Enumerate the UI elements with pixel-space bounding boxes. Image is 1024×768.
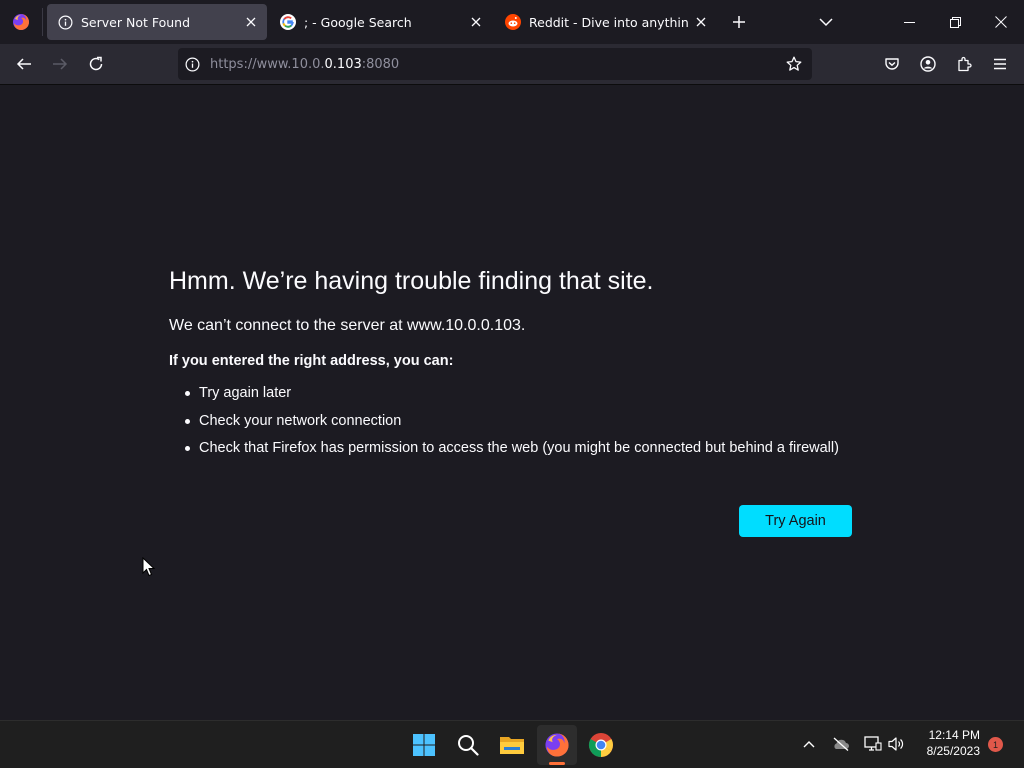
- google-icon: [280, 14, 296, 30]
- mouse-cursor-icon: [142, 557, 156, 577]
- star-icon: [786, 56, 802, 71]
- list-all-tabs-button[interactable]: [814, 10, 838, 34]
- puzzle-icon: [958, 56, 972, 72]
- file-explorer-button[interactable]: [492, 725, 532, 765]
- close-tab-icon[interactable]: [689, 10, 713, 34]
- file-explorer-icon: [500, 737, 524, 754]
- pocket-icon: [885, 58, 899, 70]
- tab-reddit[interactable]: Reddit - Dive into anything: [495, 4, 717, 40]
- onedrive-button[interactable]: [830, 733, 852, 755]
- chevron-up-icon: [803, 741, 815, 748]
- system-clock[interactable]: 12:14 PM 8/25/2023: [910, 727, 980, 759]
- speaker-icon: [888, 737, 904, 751]
- list-item: Check your network connection: [169, 411, 869, 431]
- network-icon: [864, 736, 882, 751]
- chevron-down-icon: [819, 18, 833, 27]
- error-subtitle: We can’t connect to the server at www.10…: [169, 317, 526, 334]
- address-bar[interactable]: https://www.10.0.0.103:8080: [178, 48, 812, 80]
- network-button[interactable]: [862, 733, 884, 755]
- tab-google-search[interactable]: ; - Google Search: [270, 4, 492, 40]
- cloud-offline-icon: [833, 737, 849, 751]
- navigation-toolbar: https://www.10.0.0.103:8080: [0, 44, 1024, 84]
- chrome-icon: [588, 733, 613, 757]
- bookmark-star-button[interactable]: [780, 50, 808, 78]
- error-page: Hmm. We’re having trouble finding that s…: [0, 85, 1024, 720]
- tab-separator: [42, 8, 43, 36]
- start-icon: [413, 734, 435, 756]
- close-icon: [995, 16, 1007, 28]
- tab-title: Reddit - Dive into anything: [529, 14, 689, 30]
- url-host: 0.103: [324, 56, 362, 72]
- tab-server-not-found[interactable]: Server Not Found: [47, 4, 267, 40]
- minimize-icon: [903, 21, 915, 23]
- account-button[interactable]: [914, 50, 942, 78]
- clock-time: 12:14 PM: [928, 728, 980, 742]
- firefox-view-button[interactable]: [0, 0, 42, 44]
- reload-button[interactable]: [82, 50, 110, 78]
- start-button[interactable]: [404, 725, 444, 765]
- back-button[interactable]: [10, 50, 38, 78]
- menu-button[interactable]: [986, 50, 1014, 78]
- pocket-button[interactable]: [878, 50, 906, 78]
- try-again-button[interactable]: Try Again: [739, 505, 852, 537]
- notification-badge[interactable]: 1: [988, 737, 1003, 752]
- close-window-button[interactable]: [978, 0, 1024, 44]
- close-tab-icon[interactable]: [464, 10, 488, 34]
- site-info-icon[interactable]: [178, 50, 206, 78]
- error-title: Hmm. We’re having trouble finding that s…: [169, 267, 654, 295]
- new-tab-button[interactable]: [727, 10, 751, 34]
- close-tab-icon[interactable]: [239, 10, 263, 34]
- error-lead: If you entered the right address, you ca…: [169, 353, 454, 369]
- forward-arrow-icon: [53, 58, 68, 70]
- reddit-icon: [505, 14, 521, 30]
- show-hidden-icons-button[interactable]: [798, 733, 820, 755]
- restore-button[interactable]: [932, 0, 978, 44]
- forward-button[interactable]: [46, 50, 74, 78]
- firefox-icon: [545, 733, 569, 757]
- account-icon: [920, 56, 936, 72]
- error-container: Hmm. We’re having trouble finding that s…: [169, 265, 869, 466]
- extensions-button[interactable]: [950, 50, 978, 78]
- taskbar: 12:14 PM 8/25/2023 1: [0, 720, 1024, 768]
- plus-icon: [733, 16, 745, 28]
- minimize-button[interactable]: [886, 0, 932, 44]
- info-icon: [57, 14, 73, 30]
- active-app-indicator: [549, 762, 565, 765]
- chrome-taskbar-button[interactable]: [581, 725, 621, 765]
- list-item: Try again later: [169, 383, 869, 403]
- hamburger-icon: [994, 58, 1006, 70]
- tab-strip: Server Not Found ; - Google Search Reddi…: [0, 0, 1024, 44]
- taskbar-search-button[interactable]: [448, 725, 488, 765]
- suggestion-list: Try again later Check your network conne…: [169, 383, 869, 458]
- back-arrow-icon: [16, 58, 31, 70]
- firefox-icon: [13, 14, 29, 30]
- url-text[interactable]: https://www.10.0.0.103:8080: [210, 57, 399, 72]
- reload-icon: [89, 56, 103, 71]
- url-prefix: https://www.10.0.: [210, 56, 325, 72]
- volume-button[interactable]: [885, 733, 907, 755]
- firefox-taskbar-button[interactable]: [537, 725, 577, 765]
- tab-title: Server Not Found: [81, 14, 191, 30]
- clock-date: 8/25/2023: [926, 744, 980, 758]
- url-suffix: :8080: [361, 56, 400, 72]
- list-item: Check that Firefox has permission to acc…: [169, 438, 869, 458]
- tab-title: ; - Google Search: [304, 14, 412, 30]
- search-icon: [458, 735, 479, 756]
- restore-icon: [949, 16, 961, 28]
